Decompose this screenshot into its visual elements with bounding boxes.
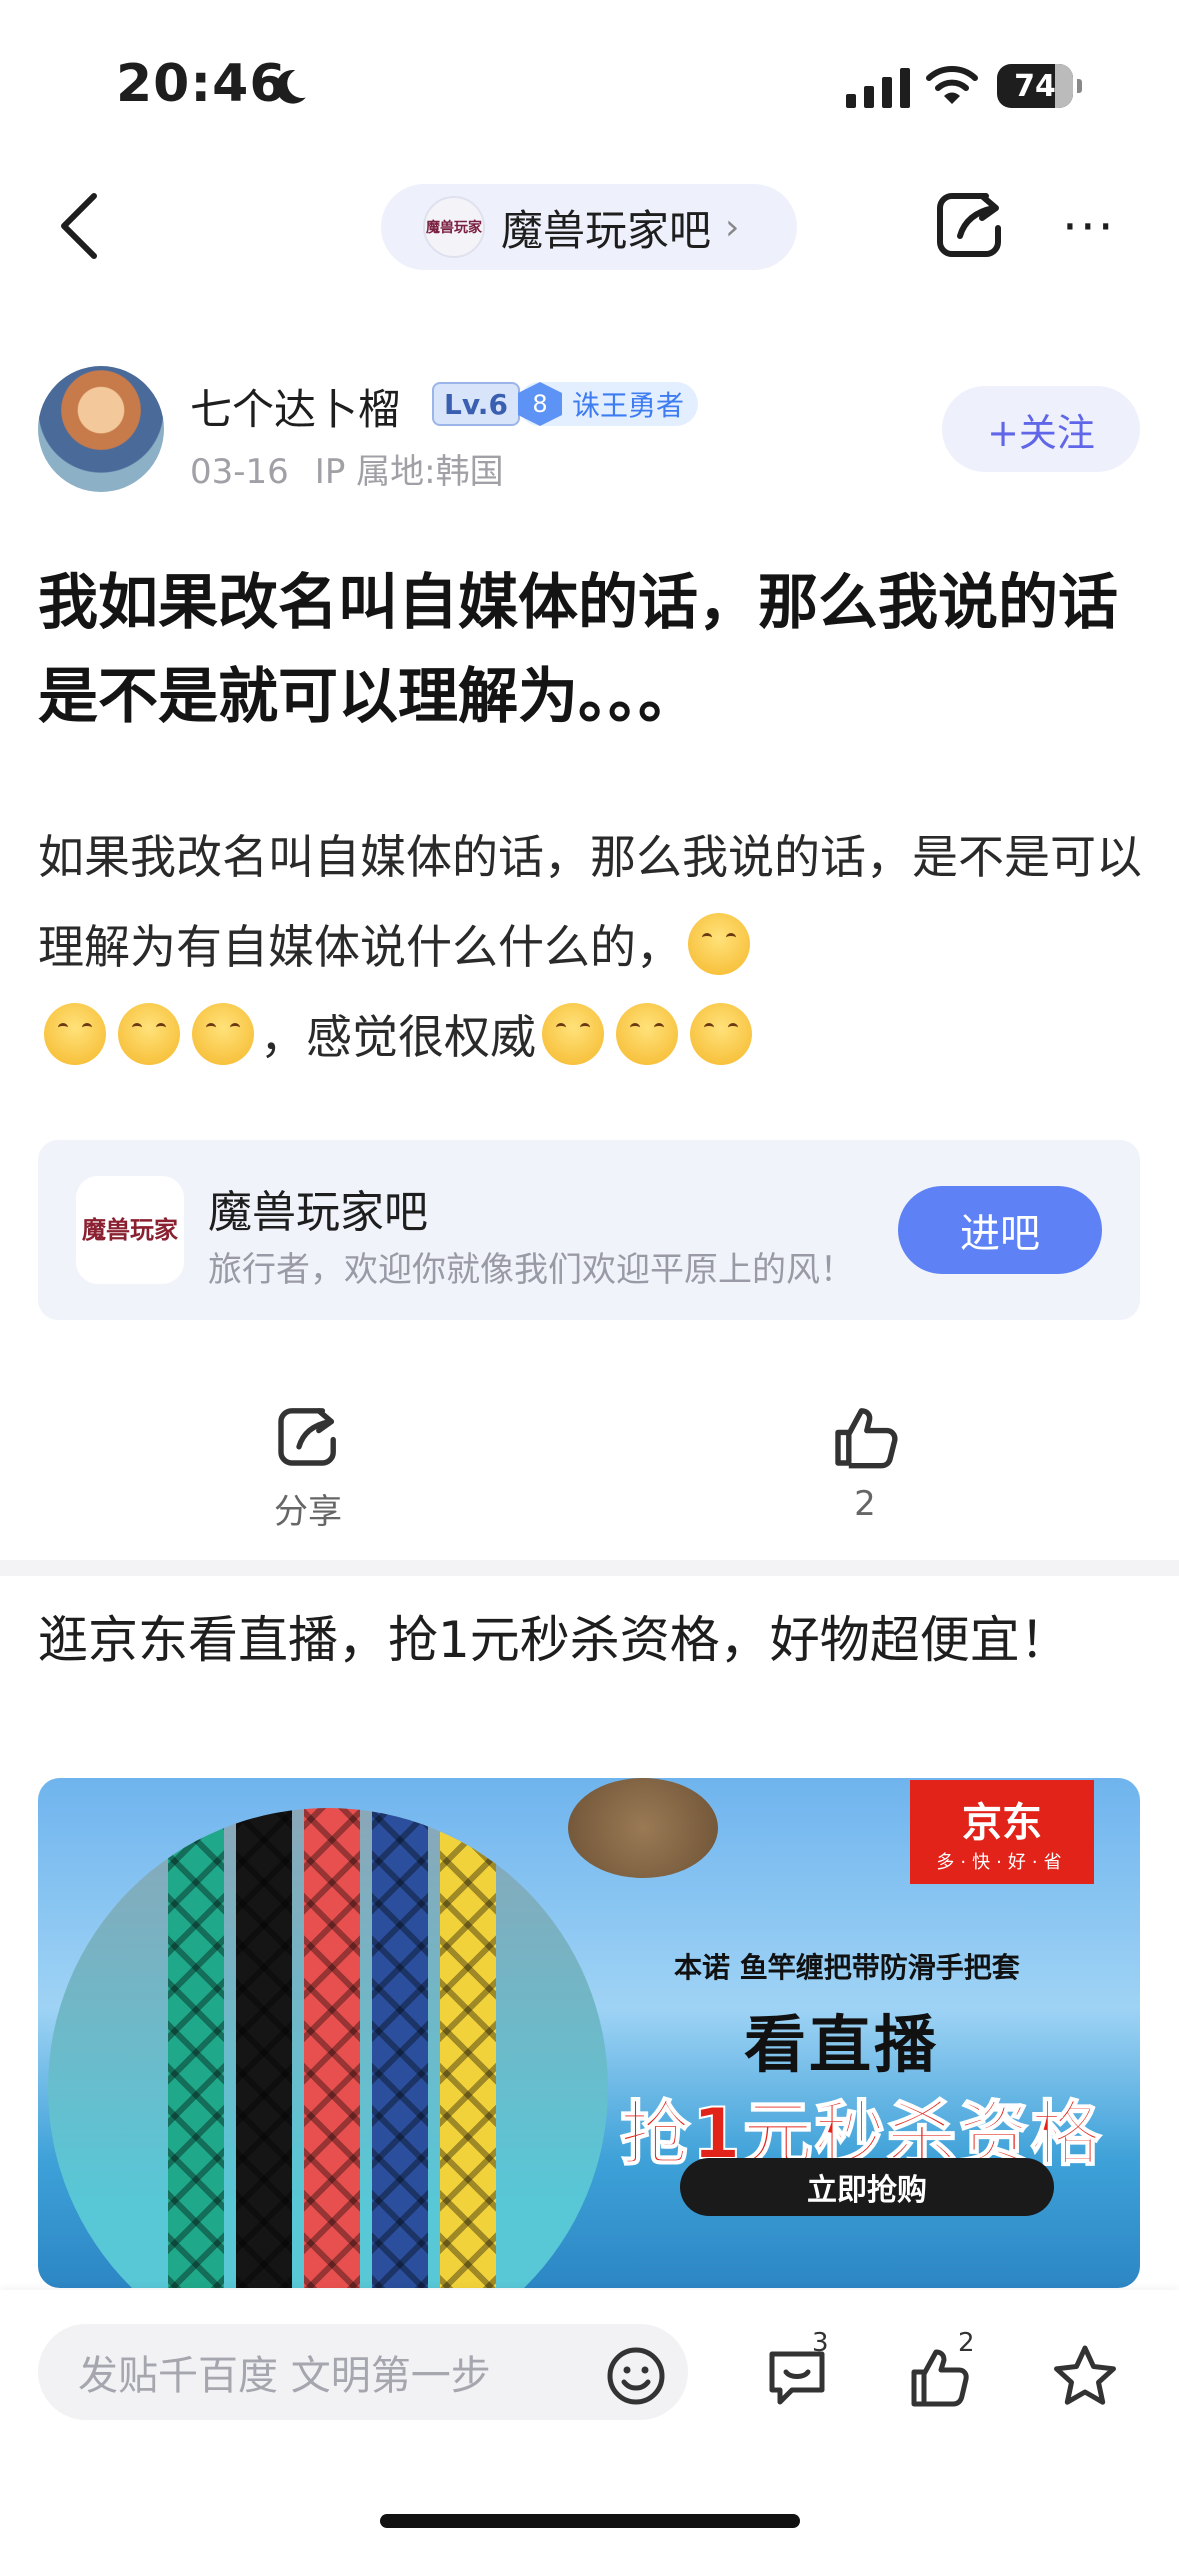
- reply-placeholder: 发贴千百度 文明第一步: [78, 2353, 491, 2399]
- ad-product-image: [48, 1808, 608, 2288]
- thumbs-up-icon: [835, 1408, 898, 1469]
- back-icon[interactable]: [56, 190, 104, 262]
- battery-indicator: 74: [997, 64, 1082, 108]
- badge-title: 诛王勇者: [572, 389, 685, 422]
- shy-giggle-emoji: [44, 1003, 106, 1065]
- ad-headline: 看直播: [744, 2008, 940, 2081]
- reply-input[interactable]: 发贴千百度 文明第一步: [38, 2324, 688, 2420]
- post-body-text: ，感觉很权威: [260, 1010, 536, 1064]
- home-indicator: [380, 2514, 800, 2528]
- more-options-icon[interactable]: ···: [1062, 198, 1116, 256]
- chevron-right-icon: ›: [725, 206, 740, 248]
- post-title: 我如果改名叫自媒体的话，那么我说的话是不是就可以理解为。。。: [38, 568, 1118, 732]
- share-icon[interactable]: [930, 184, 1010, 264]
- shy-giggle-emoji: [688, 913, 750, 975]
- ip-location: IP 属地:韩国: [314, 452, 504, 492]
- battery-level: 74: [1014, 68, 1056, 104]
- share-icon: [278, 1408, 336, 1466]
- grip-strip: [372, 1808, 428, 2288]
- post-body: 如果我改名叫自媒体的话，那么我说的话，是不是可以理解为有自媒体说什么什么的， ，感…: [38, 812, 1148, 1082]
- shy-giggle-emoji: [192, 1003, 254, 1065]
- grip-strip: [168, 1808, 224, 2288]
- post-body-text: 如果我改名叫自媒体的话，那么我说的话，是不是可以理解为有自媒体说什么什么的，: [38, 830, 1142, 974]
- shy-giggle-emoji: [542, 1003, 604, 1065]
- jd-brand: 京东: [962, 1800, 1042, 1846]
- post-date: 03-16: [190, 452, 289, 492]
- wifi-icon: [926, 66, 978, 104]
- section-divider: [0, 1560, 1179, 1576]
- author-avatar[interactable]: [38, 366, 164, 492]
- post-meta: 03-16 IP 属地:韩国: [190, 444, 504, 493]
- forum-name: 魔兽玩家吧: [501, 205, 712, 255]
- title-badge: 8 诛王勇者: [518, 382, 699, 426]
- badge-number: 8: [518, 382, 562, 426]
- jd-slogan: 多·快·好·省: [936, 1852, 1068, 1873]
- forum-card-slogan: 旅行者，欢迎你就像我们欢迎平原上的风！: [208, 1250, 854, 1290]
- forum-card[interactable]: 魔兽玩家 魔兽玩家吧 旅行者，欢迎你就像我们欢迎平原上的风！ 进吧: [38, 1140, 1140, 1320]
- status-time: 20:46: [116, 54, 287, 114]
- forum-card-name: 魔兽玩家吧: [208, 1187, 428, 1238]
- cellular-signal-icon: [846, 68, 910, 108]
- shy-giggle-emoji: [118, 1003, 180, 1065]
- ad-product-name: 本诺 鱼竿缠把带防滑手把套: [674, 1951, 1020, 1984]
- follow-button[interactable]: +关注: [942, 386, 1140, 472]
- comment-count: 3: [812, 2328, 829, 2358]
- ad-title[interactable]: 逛京东看直播，抢1元秒杀资格，好物超便宜！: [38, 1600, 1148, 1680]
- star-icon[interactable]: [1050, 2342, 1120, 2412]
- forum-logo: 魔兽玩家: [423, 196, 485, 258]
- grip-strip: [304, 1808, 360, 2288]
- buy-now-button[interactable]: 立即抢购: [680, 2158, 1054, 2216]
- status-bar: 20:46 74: [0, 0, 1179, 150]
- level-badge: Lv.6: [432, 382, 520, 426]
- shy-giggle-emoji: [616, 1003, 678, 1065]
- emoji-icon[interactable]: [604, 2344, 668, 2408]
- grip-strip: [440, 1808, 496, 2288]
- shy-giggle-emoji: [690, 1003, 752, 1065]
- like-action[interactable]: 2: [795, 1400, 935, 1524]
- grip-strip: [236, 1808, 292, 2288]
- share-action[interactable]: 分享: [238, 1400, 378, 1533]
- like-count-bottom: 2: [958, 2328, 975, 2358]
- moon-icon: [276, 70, 306, 104]
- share-label: 分享: [274, 1492, 342, 1532]
- forum-card-logo: 魔兽玩家: [76, 1176, 184, 1284]
- ad-banner[interactable]: 京东 多·快·好·省 本诺 鱼竿缠把带防滑手把套 看直播 抢1元秒杀资格 立即抢…: [38, 1778, 1140, 2288]
- enter-forum-button[interactable]: 进吧: [898, 1186, 1102, 1274]
- like-count: 2: [854, 1484, 876, 1524]
- author-name[interactable]: 七个达卜榴: [190, 376, 400, 437]
- crab-image: [568, 1778, 718, 1878]
- forum-entry-pill[interactable]: 魔兽玩家 魔兽玩家吧 ›: [381, 184, 797, 270]
- jd-logo: 京东 多·快·好·省: [910, 1780, 1094, 1884]
